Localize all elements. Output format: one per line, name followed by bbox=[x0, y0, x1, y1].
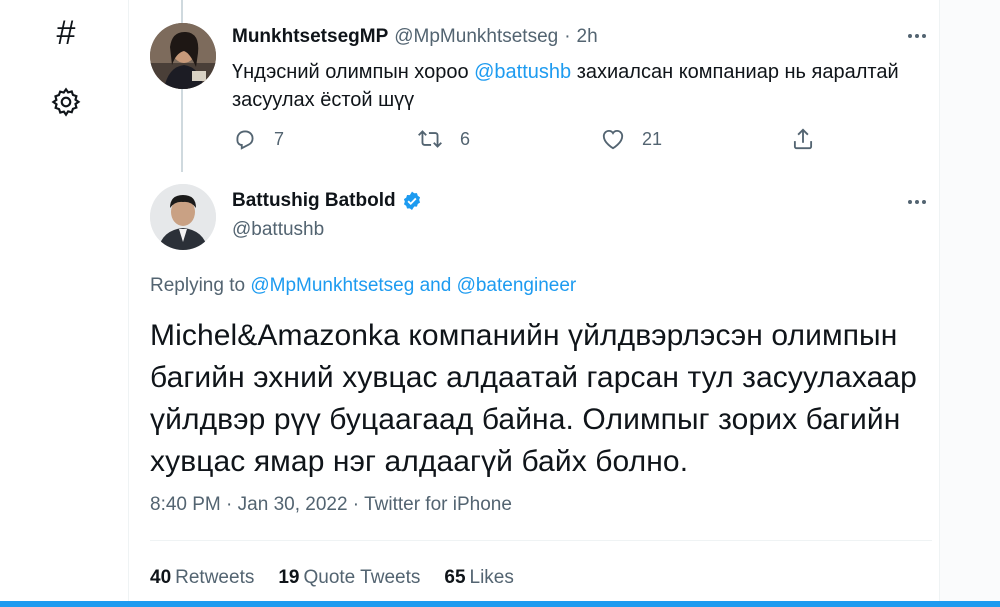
tweet2-metadata: 8:40 PM · Jan 30, 2022 · Twitter for iPh… bbox=[150, 494, 512, 516]
stat-likes-count: 65 bbox=[444, 567, 466, 588]
verified-badge-icon bbox=[403, 191, 420, 210]
replying-to-line: Replying to @MpMunkhtsetseg and @batengi… bbox=[150, 275, 576, 297]
stat-quote-tweets[interactable]: 19 Quote Tweets bbox=[278, 567, 420, 589]
stat-quotes-label: Quote Tweets bbox=[303, 567, 421, 588]
tweet2-time[interactable]: 8:40 PM bbox=[150, 494, 221, 515]
replying-prefix: Replying to bbox=[150, 275, 251, 296]
retweet-button[interactable]: 6 bbox=[416, 124, 470, 154]
stat-quotes-count: 19 bbox=[278, 567, 300, 588]
tweet1-more-options-icon[interactable] bbox=[902, 26, 932, 46]
divider bbox=[150, 540, 932, 541]
heart-icon bbox=[602, 129, 624, 150]
replying-and[interactable]: and bbox=[414, 275, 456, 296]
tweet1-action-bar: 7 6 21 bbox=[232, 124, 832, 154]
tweet1-separator: · bbox=[564, 26, 571, 47]
left-rail: # bbox=[0, 0, 128, 607]
meta-separator-1: · bbox=[220, 494, 238, 515]
share-button[interactable] bbox=[790, 124, 816, 154]
retweet-count: 6 bbox=[460, 128, 471, 149]
reply-count: 7 bbox=[274, 128, 285, 149]
tweet1-mention-battushb[interactable]: @battushb bbox=[474, 61, 571, 83]
tweet2-author-name-text[interactable]: Battushig Batbold bbox=[232, 190, 396, 212]
engagement-stats: 40 Retweets 19 Quote Tweets 65 Likes bbox=[150, 567, 538, 589]
tweet2-author-handle[interactable]: @battushb bbox=[232, 219, 324, 241]
replying-mention-mpmunkhtsetseg[interactable]: @MpMunkhtsetseg bbox=[250, 275, 414, 296]
reply-icon bbox=[236, 130, 254, 150]
tweet1-author-handle[interactable]: @MpMunkhtsetseg bbox=[394, 26, 558, 48]
reply-button[interactable]: 7 bbox=[232, 124, 284, 154]
settings-gear-icon[interactable] bbox=[48, 84, 84, 120]
stat-retweets-label: Retweets bbox=[175, 567, 255, 588]
bottom-accent-bar bbox=[0, 601, 1000, 607]
stat-retweets-count: 40 bbox=[150, 567, 172, 588]
tweet1-header: MunkhtsetsegMP @MpMunkhtsetseg · 2h bbox=[232, 26, 598, 48]
hashtag-icon[interactable]: # bbox=[48, 15, 84, 51]
meta-separator-2: · bbox=[347, 494, 365, 515]
tweet1-text-pre: Үндэсний олимпын хороо bbox=[232, 61, 475, 83]
stat-likes[interactable]: 65 Likes bbox=[444, 567, 514, 589]
stat-retweets[interactable]: 40 Retweets bbox=[150, 567, 254, 589]
tweet2-source[interactable]: Twitter for iPhone bbox=[364, 494, 512, 515]
tweet2-text: Michel&Amazonka компанийн үйлдвэрлэсэн о… bbox=[150, 319, 917, 478]
tweet1-author-name[interactable]: MunkhtsetsegMP bbox=[232, 26, 388, 48]
tweet1-timestamp[interactable]: 2h bbox=[577, 26, 598, 48]
tweet2-author-name[interactable]: Battushig Batbold bbox=[232, 190, 423, 212]
stat-likes-label: Likes bbox=[469, 567, 514, 588]
tweet2-date[interactable]: Jan 30, 2022 bbox=[238, 494, 348, 515]
avatar-munkhtsetseg[interactable] bbox=[150, 23, 216, 89]
tweet2-more-options-icon[interactable] bbox=[902, 192, 932, 212]
retweet-icon bbox=[418, 130, 442, 148]
tweet1-text: Үндэсний олимпын хороо @battushb захиалс… bbox=[232, 58, 932, 114]
replying-mention-batengineer[interactable]: @batengineer bbox=[457, 275, 577, 296]
right-panel-edge bbox=[940, 0, 1000, 607]
like-button[interactable]: 21 bbox=[600, 124, 662, 154]
share-icon bbox=[793, 128, 813, 150]
avatar-battushig[interactable] bbox=[150, 184, 216, 250]
like-count: 21 bbox=[642, 128, 663, 149]
